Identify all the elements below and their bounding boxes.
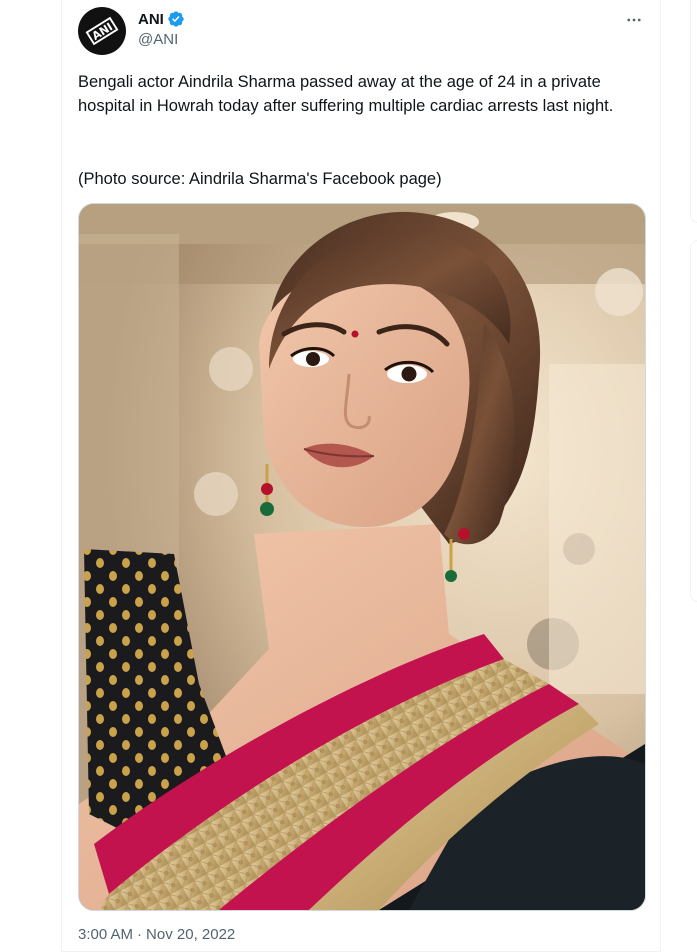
- tweet-page: ANI ANI @ANI Bengali actor Aindrila Shar…: [0, 0, 697, 952]
- more-horizontal-icon: [627, 18, 641, 22]
- portrait-photo: [79, 204, 645, 910]
- tweet-photo[interactable]: [78, 203, 646, 911]
- timeline-left-border: [61, 0, 62, 952]
- timeline-right-border: [660, 0, 661, 952]
- photo-source-note: (Photo source: Aindrila Sharma's Faceboo…: [78, 170, 442, 188]
- tweet-timestamp[interactable]: 3:00 AM · Nov 20, 2022: [78, 926, 235, 943]
- verified-badge-icon: [168, 11, 184, 27]
- tweet-text: Bengali actor Aindrila Sharma passed awa…: [78, 70, 648, 118]
- author-handle[interactable]: @ANI: [138, 31, 178, 48]
- tweet-time[interactable]: 3:00 AM: [78, 926, 133, 943]
- ani-logo-icon: ANI: [85, 16, 119, 46]
- tweet-body: Bengali actor Aindrila Sharma passed awa…: [78, 73, 614, 115]
- sidebar-widget-edge: [690, 240, 697, 602]
- more-options-button[interactable]: [620, 8, 648, 32]
- author-name-row[interactable]: ANI: [138, 10, 185, 28]
- sidebar-widget-edge: [690, 0, 697, 223]
- display-name[interactable]: ANI: [138, 11, 164, 28]
- tweet-date[interactable]: Nov 20, 2022: [146, 926, 235, 943]
- avatar[interactable]: ANI: [78, 7, 126, 55]
- timestamp-separator: ·: [137, 926, 143, 943]
